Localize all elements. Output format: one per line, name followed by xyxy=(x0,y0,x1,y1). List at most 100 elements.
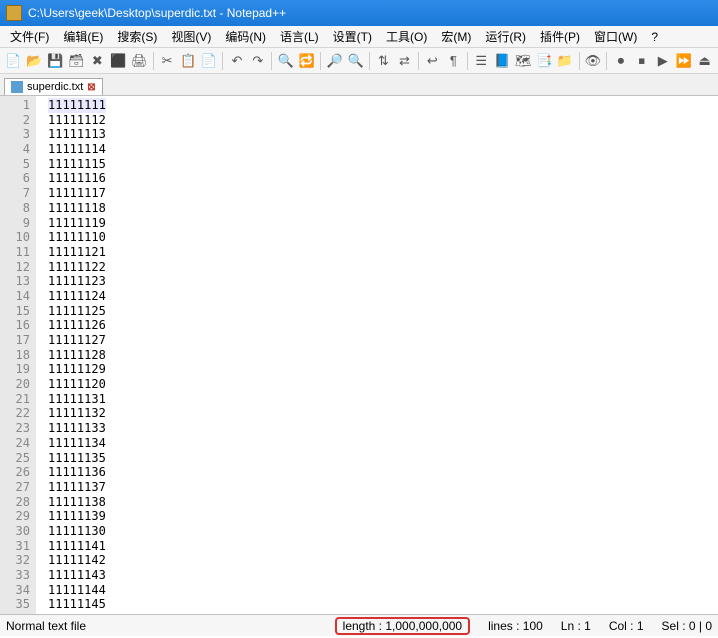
find-icon[interactable]: 🔍 xyxy=(276,51,295,71)
editor-line[interactable]: 11111137 xyxy=(48,480,106,495)
editor-line[interactable]: 11111144 xyxy=(48,583,106,598)
line-number: 20 xyxy=(4,377,30,392)
editor-line[interactable]: 11111132 xyxy=(48,406,106,421)
print-icon[interactable]: 🖨 xyxy=(130,51,149,71)
monitor-icon[interactable]: 👁 xyxy=(583,51,602,71)
line-number: 24 xyxy=(4,436,30,451)
save-macro-icon[interactable]: ⏏ xyxy=(695,51,714,71)
tab-superdic[interactable]: superdic.txt ⊠ xyxy=(4,78,103,95)
status-lines: lines : 100 xyxy=(488,619,543,633)
file-icon xyxy=(11,81,23,93)
redo-icon[interactable]: ↷ xyxy=(248,51,267,71)
editor-line[interactable]: 11111123 xyxy=(48,274,106,289)
editor-line[interactable]: 11111138 xyxy=(48,495,106,510)
editor-line[interactable]: 11111142 xyxy=(48,553,106,568)
menu-item-1[interactable]: 编辑(E) xyxy=(57,26,109,47)
editor-line[interactable]: 11111120 xyxy=(48,377,106,392)
editor-line[interactable]: 11111114 xyxy=(48,142,106,157)
tab-close-icon[interactable]: ⊠ xyxy=(87,82,95,93)
status-ln: Ln : 1 xyxy=(561,619,591,633)
editor-content[interactable]: 1111111111111112111111131111111411111115… xyxy=(36,96,106,614)
indent-guide-icon[interactable]: ☰ xyxy=(472,51,491,71)
editor-line[interactable]: 11111121 xyxy=(48,245,106,260)
zoom-in-icon[interactable]: 🔎 xyxy=(325,51,344,71)
stop-icon[interactable]: ⏹ xyxy=(632,51,651,71)
editor-line[interactable]: 11111119 xyxy=(48,216,106,231)
editor-line[interactable]: 11111113 xyxy=(48,127,106,142)
editor-line[interactable]: 11111116 xyxy=(48,171,106,186)
menu-item-10[interactable]: 插件(P) xyxy=(534,26,586,47)
menu-item-4[interactable]: 编码(N) xyxy=(219,26,272,47)
editor-line[interactable]: 11111127 xyxy=(48,333,106,348)
line-number: 15 xyxy=(4,304,30,319)
play-icon[interactable]: ▶ xyxy=(653,51,672,71)
line-number: 33 xyxy=(4,568,30,583)
func-list-icon[interactable]: 📑 xyxy=(535,51,554,71)
replace-icon[interactable]: 🔁 xyxy=(297,51,316,71)
save-icon[interactable]: 💾 xyxy=(46,51,65,71)
play-multi-icon[interactable]: ⏩ xyxy=(674,51,693,71)
close-all-icon[interactable]: ⬛ xyxy=(109,51,128,71)
show-all-icon[interactable]: ¶ xyxy=(444,51,463,71)
line-number: 9 xyxy=(4,216,30,231)
zoom-out-icon[interactable]: 🔍 xyxy=(346,51,365,71)
editor-line[interactable]: 11111118 xyxy=(48,201,106,216)
line-number: 14 xyxy=(4,289,30,304)
wrap-icon[interactable]: ↩ xyxy=(423,51,442,71)
editor-line[interactable]: 11111139 xyxy=(48,509,106,524)
sync-h-icon[interactable]: ⇄ xyxy=(395,51,414,71)
menu-item-9[interactable]: 运行(R) xyxy=(479,26,532,47)
record-icon[interactable]: ⏺ xyxy=(611,51,630,71)
save-all-icon[interactable]: 🗃 xyxy=(67,51,86,71)
menu-item-8[interactable]: 宏(M) xyxy=(435,26,477,47)
line-number: 12 xyxy=(4,260,30,275)
doc-map-icon[interactable]: 🗺 xyxy=(514,51,533,71)
paste-icon[interactable]: 📄 xyxy=(200,51,219,71)
lang-icon[interactable]: 📘 xyxy=(493,51,512,71)
line-number: 19 xyxy=(4,362,30,377)
editor-line[interactable]: 11111110 xyxy=(48,230,106,245)
line-number: 27 xyxy=(4,480,30,495)
editor-line[interactable]: 11111112 xyxy=(48,113,106,128)
folder-icon[interactable]: 📁 xyxy=(556,51,575,71)
editor-line[interactable]: 11111122 xyxy=(48,260,106,275)
editor-line[interactable]: 11111111 xyxy=(48,98,106,113)
menu-item-11[interactable]: 窗口(W) xyxy=(588,26,643,47)
editor-line[interactable]: 11111130 xyxy=(48,524,106,539)
editor-line[interactable]: 11111143 xyxy=(48,568,106,583)
editor-line[interactable]: 11111145 xyxy=(48,597,106,612)
editor-line[interactable]: 11111135 xyxy=(48,451,106,466)
editor[interactable]: 1234567891011121314151617181920212223242… xyxy=(0,96,718,614)
line-number-gutter: 1234567891011121314151617181920212223242… xyxy=(0,96,36,614)
menu-item-3[interactable]: 视图(V) xyxy=(165,26,217,47)
line-number: 3 xyxy=(4,127,30,142)
undo-icon[interactable]: ↶ xyxy=(227,51,246,71)
menu-item-12[interactable]: ? xyxy=(645,28,664,46)
line-number: 21 xyxy=(4,392,30,407)
new-file-icon[interactable]: 📄 xyxy=(4,51,23,71)
editor-line[interactable]: 11111134 xyxy=(48,436,106,451)
editor-line[interactable]: 11111136 xyxy=(48,465,106,480)
editor-line[interactable]: 11111124 xyxy=(48,289,106,304)
menu-item-0[interactable]: 文件(F) xyxy=(4,26,55,47)
line-number: 5 xyxy=(4,157,30,172)
editor-line[interactable]: 11111128 xyxy=(48,348,106,363)
open-file-icon[interactable]: 📂 xyxy=(25,51,44,71)
sync-v-icon[interactable]: ⇅ xyxy=(374,51,393,71)
editor-line[interactable]: 11111117 xyxy=(48,186,106,201)
editor-line[interactable]: 11111131 xyxy=(48,392,106,407)
line-number: 25 xyxy=(4,451,30,466)
cut-icon[interactable]: ✂ xyxy=(158,51,177,71)
editor-line[interactable]: 11111125 xyxy=(48,304,106,319)
menu-item-7[interactable]: 工具(O) xyxy=(380,26,433,47)
menu-item-6[interactable]: 设置(T) xyxy=(327,26,378,47)
menu-item-5[interactable]: 语言(L) xyxy=(274,26,325,47)
editor-line[interactable]: 11111133 xyxy=(48,421,106,436)
editor-line[interactable]: 11111115 xyxy=(48,157,106,172)
copy-icon[interactable]: 📋 xyxy=(179,51,198,71)
close-icon[interactable]: ✖ xyxy=(88,51,107,71)
editor-line[interactable]: 11111141 xyxy=(48,539,106,554)
menu-item-2[interactable]: 搜索(S) xyxy=(111,26,163,47)
editor-line[interactable]: 11111126 xyxy=(48,318,106,333)
editor-line[interactable]: 11111129 xyxy=(48,362,106,377)
